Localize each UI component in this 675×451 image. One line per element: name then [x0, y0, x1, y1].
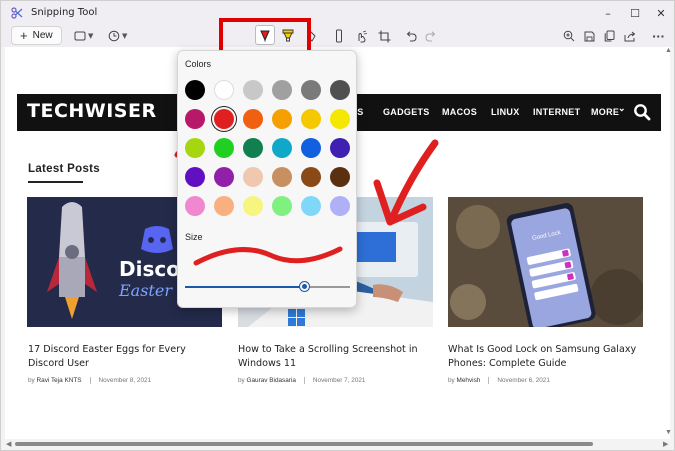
size-slider-thumb[interactable]: [300, 282, 310, 291]
color-swatch[interactable]: [330, 138, 350, 158]
scroll-right-icon[interactable]: ▶: [663, 440, 668, 448]
zoom-in-icon: [563, 30, 575, 42]
toolbar: + New ▼ ▼ ···: [1, 25, 674, 47]
highlighter-button[interactable]: [279, 25, 297, 45]
snip-mode-dropdown[interactable]: ▼: [74, 27, 93, 45]
highlighter-icon: [282, 29, 294, 42]
maximize-button[interactable]: ☐: [622, 3, 648, 23]
close-button[interactable]: ✕: [648, 3, 674, 23]
color-swatch[interactable]: [301, 167, 321, 187]
share-icon: [624, 31, 636, 41]
color-swatch[interactable]: [330, 167, 350, 187]
color-swatch[interactable]: [330, 80, 350, 100]
color-swatch[interactable]: [272, 196, 292, 216]
undo-button[interactable]: [405, 27, 417, 45]
touch-writing-button[interactable]: [355, 27, 368, 45]
rectangle-mode-icon: [74, 31, 86, 41]
chevron-down-icon: ▼: [122, 32, 128, 40]
color-swatch[interactable]: [185, 109, 205, 129]
color-swatch[interactable]: [243, 138, 263, 158]
more-options-button[interactable]: ···: [652, 27, 665, 45]
copy-icon: [604, 30, 615, 42]
color-swatch[interactable]: [243, 80, 263, 100]
clock-icon: [108, 30, 120, 42]
minimize-button[interactable]: –: [595, 3, 621, 23]
snipping-tool-app-icon: [11, 7, 23, 19]
pen-settings-flyout: Colors Size: [177, 50, 357, 308]
crop-button[interactable]: [378, 27, 391, 45]
color-swatch[interactable]: [185, 196, 205, 216]
color-swatch[interactable]: [214, 167, 234, 187]
save-icon: [584, 31, 595, 41]
app-title: Snipping Tool: [31, 7, 98, 18]
touch-writing-icon: [358, 30, 368, 42]
color-swatch[interactable]: [185, 80, 205, 100]
color-swatch[interactable]: [301, 196, 321, 216]
horizontal-scrollbar[interactable]: [15, 442, 593, 446]
stroke-preview: [193, 246, 343, 266]
color-swatch[interactable]: [272, 167, 292, 187]
new-snip-button[interactable]: + New: [11, 26, 62, 45]
crop-icon: [378, 30, 391, 42]
undo-icon: [406, 30, 417, 41]
ballpoint-pen-icon: [260, 30, 270, 41]
redo-icon: [425, 30, 436, 41]
delay-dropdown[interactable]: ▼: [108, 27, 127, 45]
share-button[interactable]: [624, 27, 636, 45]
color-swatch[interactable]: [272, 138, 292, 158]
snipping-tool-window: Snipping Tool – ☐ ✕ + New ▼ ▼ ··· TECHWI…: [0, 0, 675, 451]
color-swatch[interactable]: [301, 80, 321, 100]
ruler-button[interactable]: [335, 27, 343, 45]
scroll-left-icon[interactable]: ◀: [6, 440, 11, 448]
ballpoint-pen-button[interactable]: [255, 25, 275, 45]
chevron-down-icon: ▼: [88, 32, 94, 40]
color-swatch[interactable]: [214, 196, 234, 216]
title-bar: Snipping Tool – ☐ ✕: [1, 1, 674, 25]
plus-icon: +: [20, 28, 28, 43]
color-swatch[interactable]: [243, 196, 263, 216]
new-snip-label: New: [32, 30, 53, 41]
color-swatch[interactable]: [301, 109, 321, 129]
colors-label: Colors: [185, 59, 212, 69]
color-swatch[interactable]: [330, 109, 350, 129]
scroll-up-icon[interactable]: ▲: [665, 47, 672, 54]
copy-button[interactable]: [604, 27, 615, 45]
save-button[interactable]: [584, 27, 595, 45]
color-swatch[interactable]: [243, 109, 263, 129]
color-swatch[interactable]: [214, 109, 234, 129]
color-swatch[interactable]: [272, 80, 292, 100]
zoom-button[interactable]: [563, 27, 575, 45]
color-swatch[interactable]: [214, 138, 234, 158]
color-swatch[interactable]: [185, 167, 205, 187]
scroll-down-icon[interactable]: ▼: [665, 429, 672, 436]
color-swatch[interactable]: [272, 109, 292, 129]
color-swatch[interactable]: [301, 138, 321, 158]
redo-button[interactable]: [425, 27, 437, 45]
ruler-icon: [336, 29, 342, 43]
size-slider-fill: [185, 286, 306, 288]
color-swatch[interactable]: [330, 196, 350, 216]
color-swatch[interactable]: [243, 167, 263, 187]
color-swatch[interactable]: [185, 138, 205, 158]
color-swatch[interactable]: [214, 80, 234, 100]
